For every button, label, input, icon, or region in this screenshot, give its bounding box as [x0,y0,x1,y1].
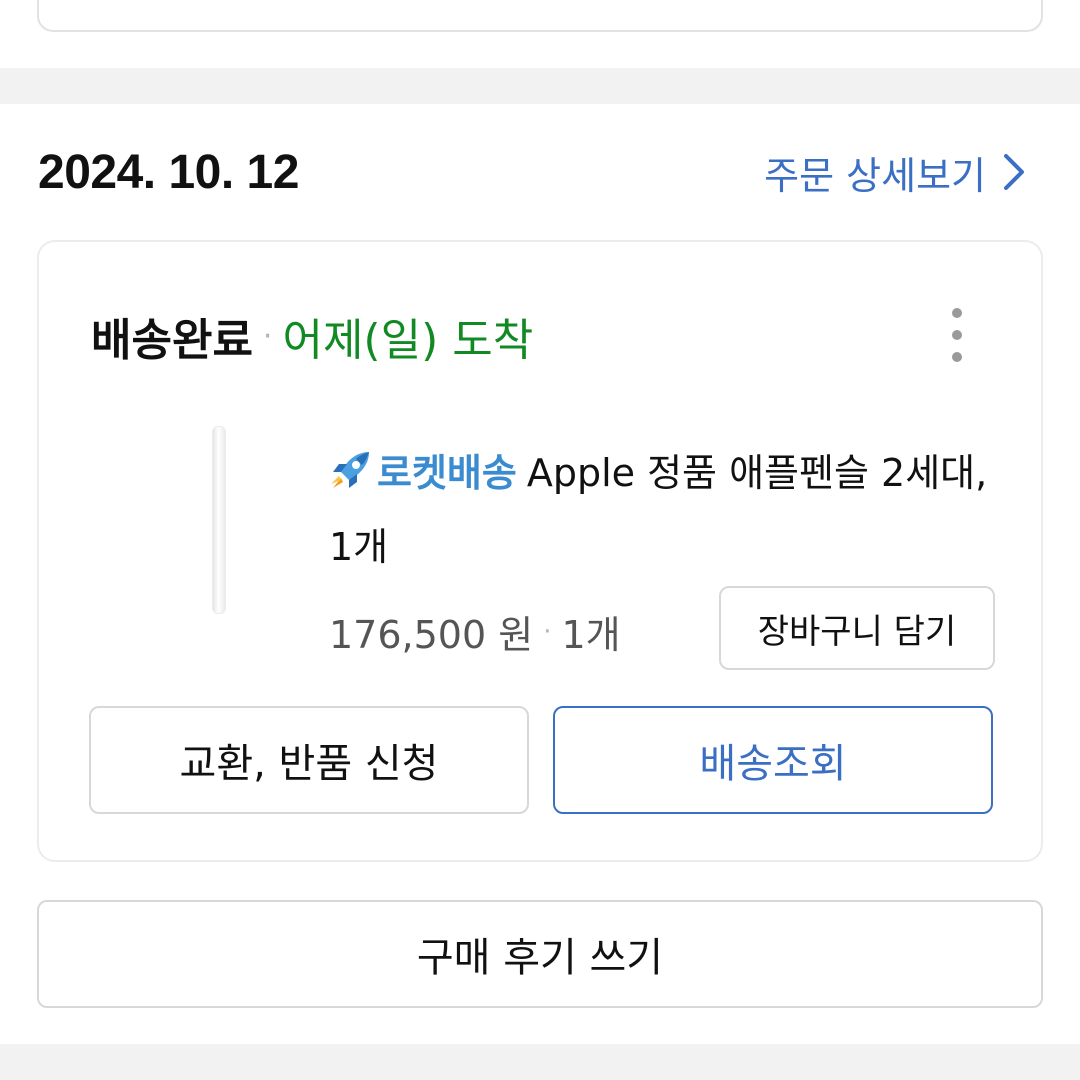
status-separator: · [262,318,273,354]
product-thumbnail[interactable] [149,422,289,622]
order-header: 2024. 10. 12 주문 상세보기 [38,140,1028,204]
order-detail-link[interactable]: 주문 상세보기 [764,145,1028,200]
exchange-return-button[interactable]: 교환, 반품 신청 [89,706,529,814]
chevron-right-icon [1004,154,1024,190]
delivery-status: 배송완료 · 어제(일) 도착 [91,304,533,368]
more-vertical-icon[interactable] [945,308,969,362]
product-title[interactable]: 로켓배송 Apple 정품 애플펜슬 2세대, 1개 [329,436,1009,584]
arrival-label: 어제(일) 도착 [282,315,534,366]
order-card: 배송완료 · 어제(일) 도착 로켓배송 Apple 정품 애플펜슬 2세대, 1… [37,240,1043,862]
add-to-cart-button[interactable]: 장바구니 담기 [719,586,995,670]
order-detail-label: 주문 상세보기 [764,153,986,198]
price-separator: · [543,616,552,647]
section-divider [0,1044,1080,1080]
order-date: 2024. 10. 12 [38,145,299,199]
price-line: 176,500 원 · 1개 [329,604,621,659]
section-divider [0,68,1080,104]
rocket-delivery-label: 로켓배송 [377,451,517,495]
status-label: 배송완료 [91,315,253,366]
write-review-button[interactable]: 구매 후기 쓰기 [37,900,1043,1008]
previous-order-card [37,0,1043,32]
product-quantity: 1개 [561,613,621,657]
track-delivery-button[interactable]: 배송조회 [553,706,993,814]
product-price: 176,500 원 [329,613,534,657]
apple-pencil-image [212,426,226,614]
rocket-icon [331,452,369,488]
